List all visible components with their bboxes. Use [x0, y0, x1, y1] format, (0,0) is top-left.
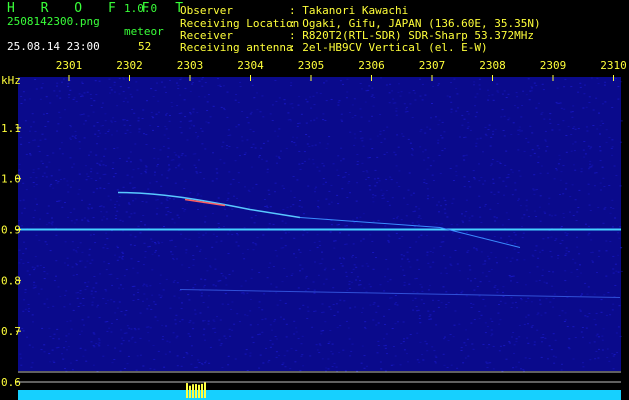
x-tick-label: 2307: [419, 59, 446, 72]
antenna-label: Receiving antenna: [180, 41, 293, 54]
x-tick-label: 2304: [237, 59, 264, 72]
y-tick-label: 1.1: [1, 122, 21, 135]
date-time: 25.08.14 23:00: [7, 40, 100, 53]
antenna-value: : 2el-HB9CV Vertical (el. E-W): [289, 41, 488, 54]
observer-value: : Takanori Kawachi: [289, 4, 409, 17]
x-tick-label: 2308: [479, 59, 506, 72]
y-axis-label: kHz: [1, 74, 21, 87]
y-tick-label: 1.0: [1, 173, 21, 186]
spectrogram: 2301 2302 2303 2304 2305 2306 2307 2308 2309 2310…: [1, 59, 627, 400]
x-tick-label: 2302: [116, 59, 143, 72]
y-tick-label: 0.9: [1, 224, 21, 237]
x-tick-label: 2301: [56, 59, 83, 72]
y-tick-label: 0.7: [1, 325, 21, 338]
x-tick-label: 2306: [358, 59, 385, 72]
y-tick-label: 0.8: [1, 274, 21, 287]
x-tick-label: 2305: [298, 59, 325, 72]
meteor-label: meteor: [124, 25, 164, 38]
y-tick-label: 0.6: [1, 376, 21, 389]
x-tick-label: 2310: [600, 59, 627, 72]
x-tick-label: 2303: [177, 59, 204, 72]
app-version: 1.0.0: [124, 2, 158, 15]
app-logo: H R O F F T: [7, 1, 193, 16]
file-name: 2508142300.png: [7, 15, 100, 28]
spectrogram-background: [18, 77, 621, 371]
meteor-count: 52: [138, 40, 152, 53]
x-tick-label: 2309: [540, 59, 567, 72]
observer-label: Observer: [180, 4, 233, 17]
